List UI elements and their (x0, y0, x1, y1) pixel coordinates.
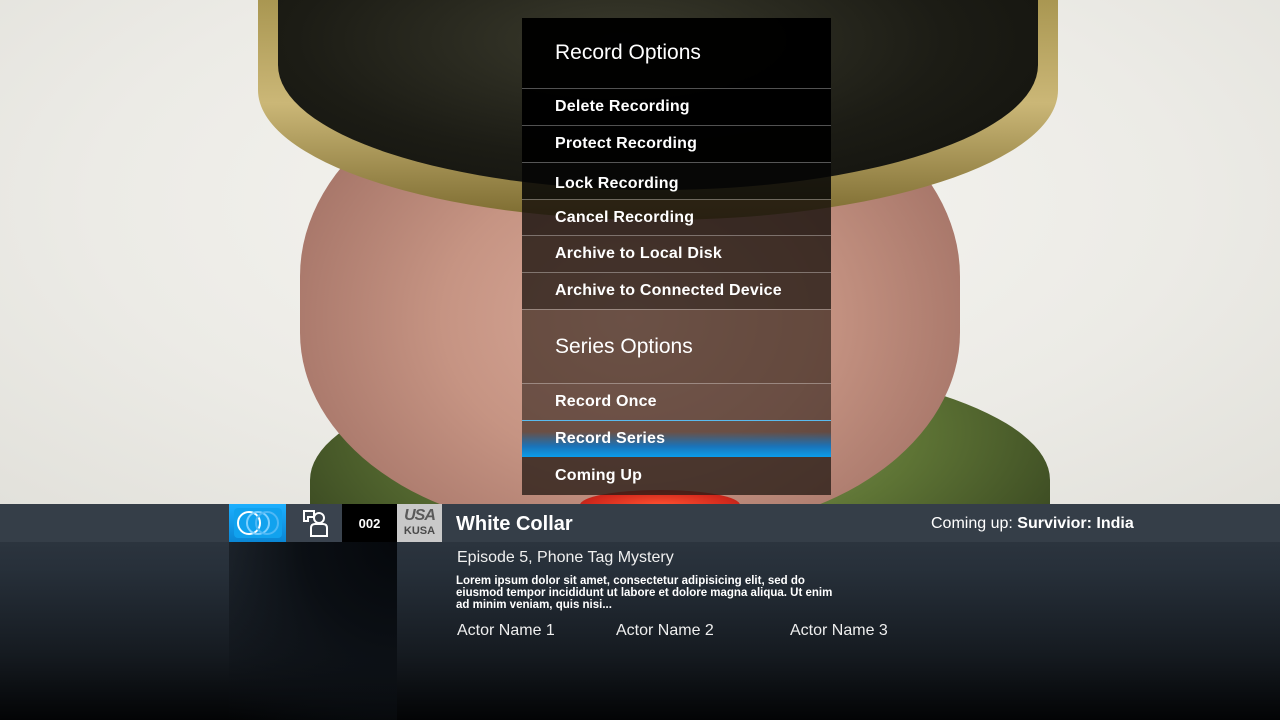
channel-logo-network: USA (404, 507, 436, 524)
menu-item-archive-local-disk[interactable]: Archive to Local Disk (522, 235, 831, 272)
show-title: White Collar (456, 513, 573, 535)
coming-up: Coming up: Survivior: India (931, 515, 1134, 533)
menu-item-cancel-recording[interactable]: Cancel Recording (522, 199, 831, 235)
episode-title: Episode 5, Phone Tag Mystery (457, 549, 674, 566)
actor-name: Actor Name 2 (616, 622, 714, 639)
record-icon[interactable] (229, 504, 286, 542)
actor-name: Actor Name 3 (790, 622, 888, 639)
series-options-heading: Series Options (522, 309, 831, 383)
coming-up-label: Coming up: (931, 515, 1013, 532)
menu-item-record-once[interactable]: Record Once (522, 383, 831, 420)
menu-item-lock-recording[interactable]: Lock Recording (522, 162, 831, 199)
person-icon-graphic (303, 510, 328, 537)
options-menu: Record Options Delete Recording Protect … (522, 18, 831, 495)
program-info-bar: 002 USA KUSA White Collar Coming up: Sur… (0, 504, 1280, 720)
actor-name: Actor Name 1 (457, 622, 555, 639)
menu-item-delete-recording[interactable]: Delete Recording (522, 88, 831, 125)
episode-description: Lorem ipsum dolor sit amet, consectetur … (456, 575, 833, 611)
info-left-panel (229, 542, 397, 720)
menu-item-protect-recording[interactable]: Protect Recording (522, 125, 831, 162)
person-icon[interactable] (286, 504, 342, 542)
channel-logo-callsign: KUSA (403, 525, 436, 537)
menu-item-record-series[interactable]: Record Series (522, 420, 831, 457)
channel-logo: USA KUSA (397, 504, 442, 542)
record-options-heading: Record Options (522, 18, 831, 88)
menu-item-coming-up[interactable]: Coming Up (522, 457, 831, 495)
record-icon-ring-3 (254, 511, 279, 535)
channel-number: 002 (342, 504, 397, 542)
coming-up-show: Survivior: India (1017, 515, 1134, 532)
menu-item-archive-connected-device[interactable]: Archive to Connected Device (522, 272, 831, 309)
record-icon-graphic (233, 508, 282, 538)
